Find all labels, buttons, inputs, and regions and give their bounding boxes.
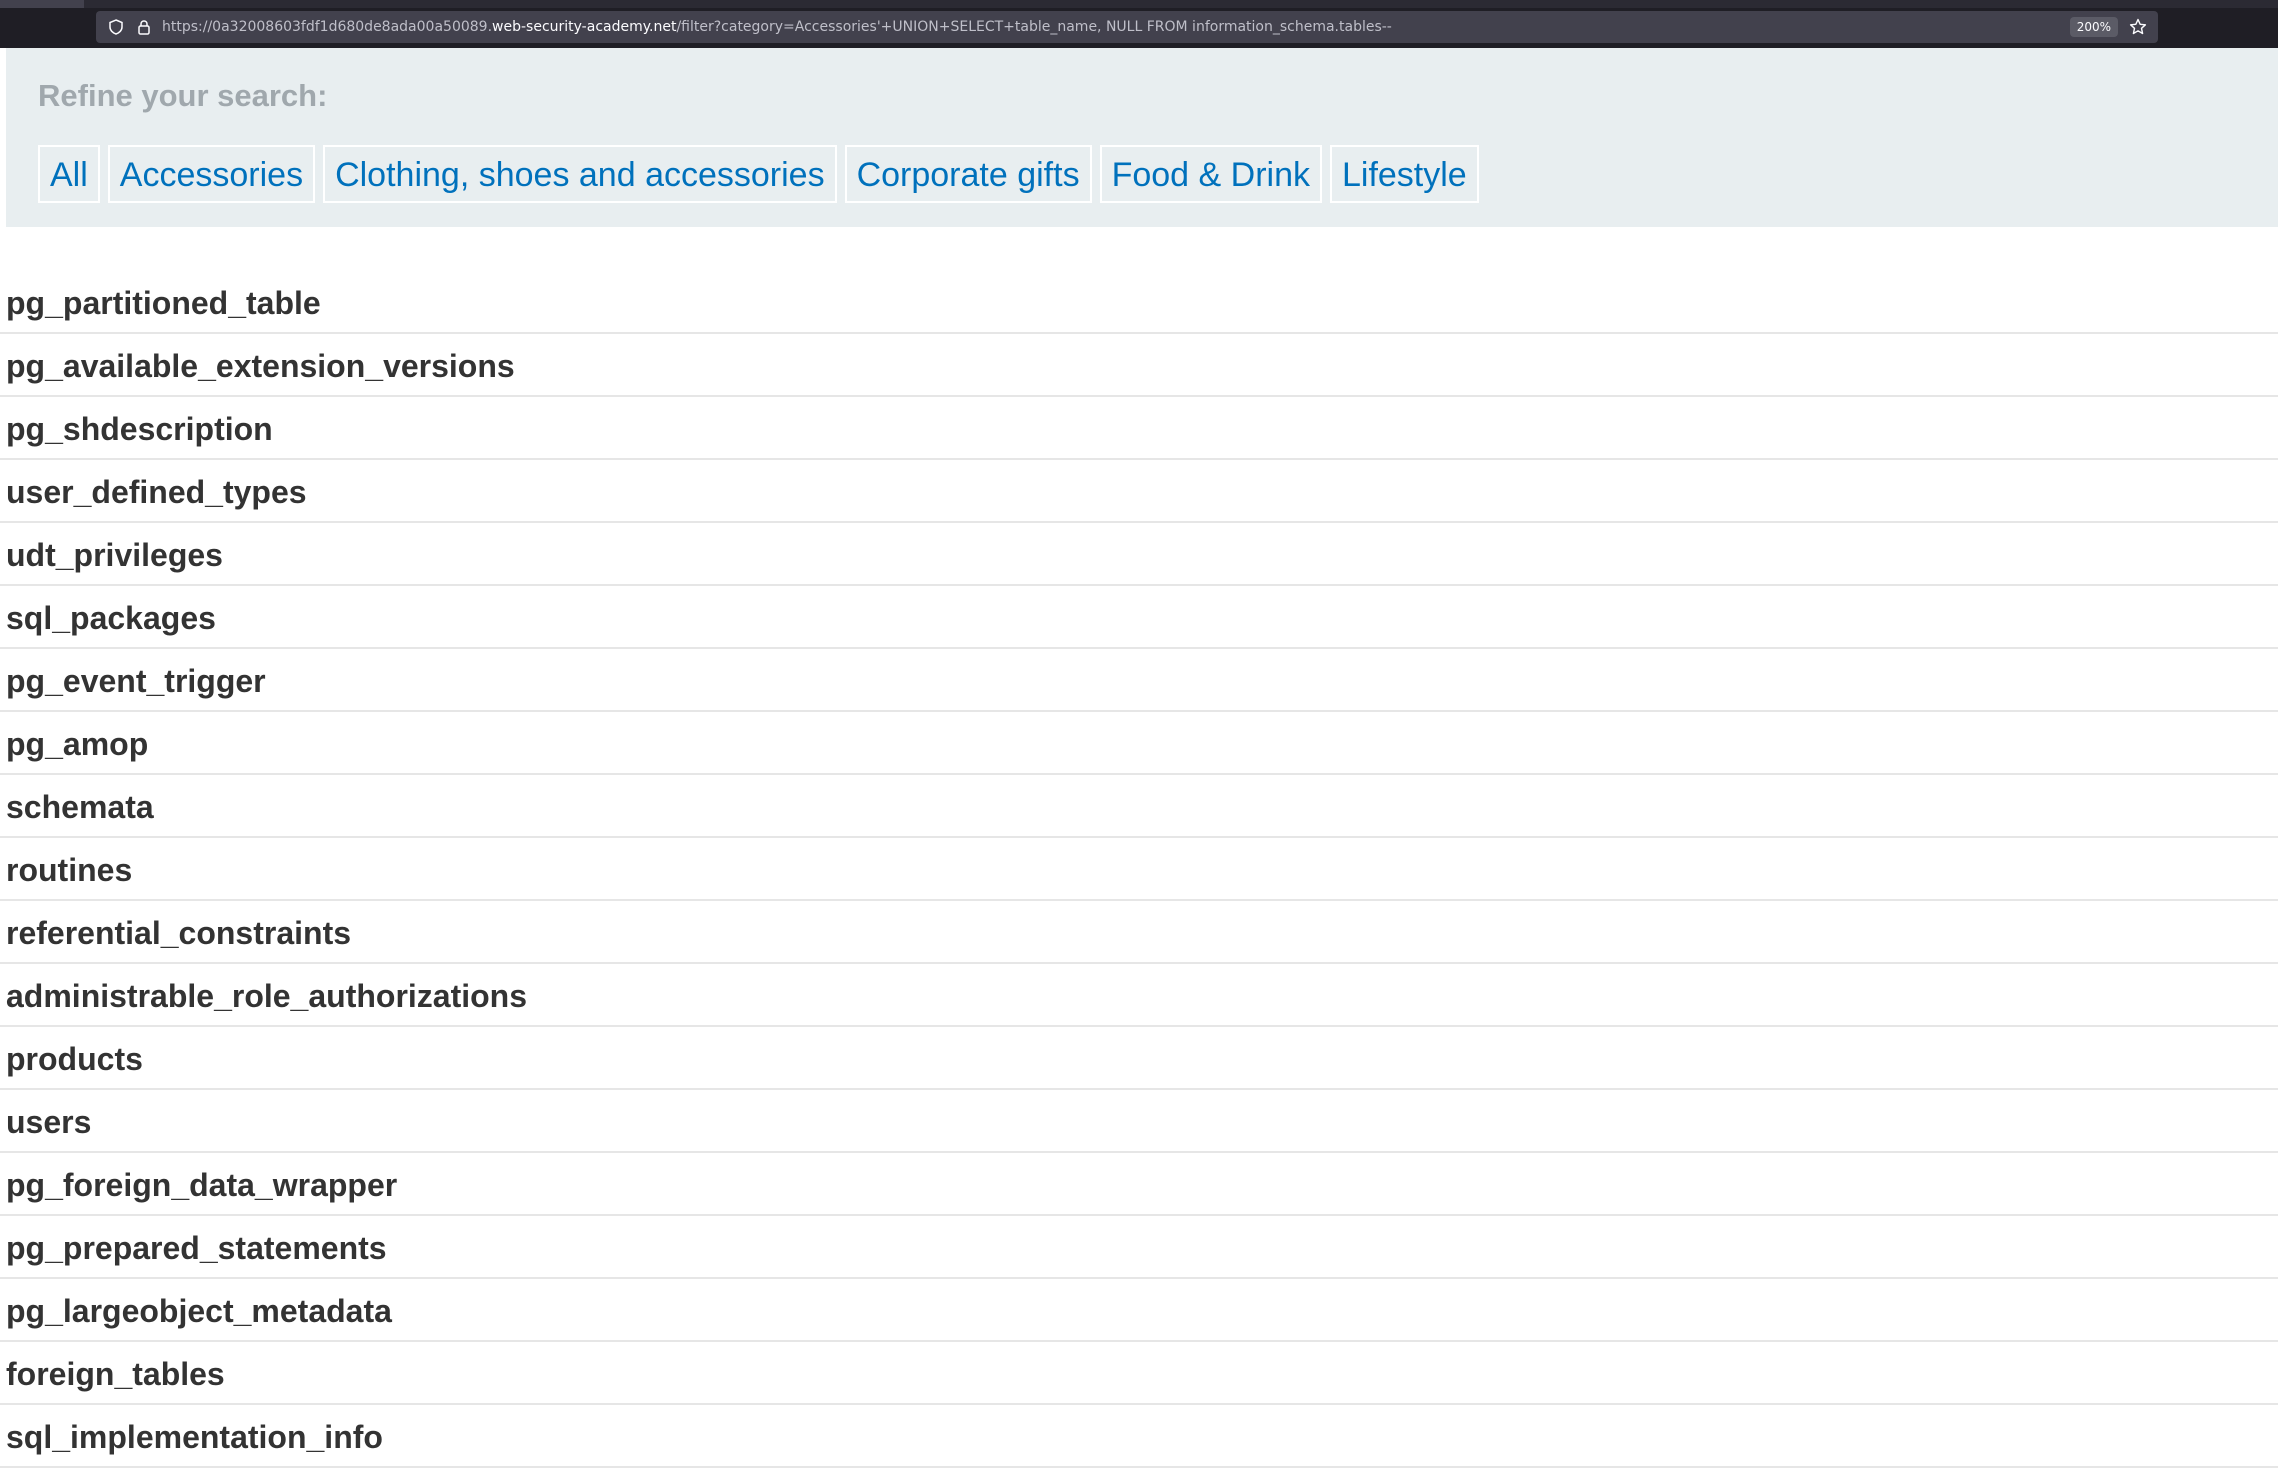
filter-panel: Refine your search: All Accessories Clothi… bbox=[6, 48, 2278, 227]
table-name-cell: pg_foreign_data_wrapper bbox=[6, 1167, 398, 1203]
address-bar[interactable]: https://0a32008603fdf1d680de8ada00a50089… bbox=[96, 11, 2158, 43]
table-row: schemata bbox=[0, 776, 2278, 838]
table-name-cell: foreign_tables bbox=[6, 1356, 225, 1392]
table-name-cell: user_defined_types bbox=[6, 474, 307, 510]
table-name-cell: pg_shdescription bbox=[6, 411, 273, 447]
url-host: web-security-academy.net bbox=[492, 19, 677, 35]
page-content: Refine your search: All Accessories Clothi… bbox=[0, 48, 2278, 1468]
lock-icon[interactable] bbox=[134, 17, 154, 37]
category-filter-link[interactable]: Lifestyle bbox=[1329, 145, 1479, 203]
table-name-cell: pg_largeobject_metadata bbox=[6, 1293, 392, 1329]
table-name-cell: sql_implementation_info bbox=[6, 1419, 383, 1455]
table-row: pg_partitioned_table bbox=[0, 272, 2278, 334]
table-row: pg_largeobject_metadata bbox=[0, 1280, 2278, 1342]
table-row: pg_event_trigger bbox=[0, 650, 2278, 712]
table-row: pg_foreign_data_wrapper bbox=[0, 1154, 2278, 1216]
category-filter-link[interactable]: Accessories bbox=[107, 145, 316, 203]
tab-strip bbox=[0, 0, 2278, 8]
table-name-cell: products bbox=[6, 1041, 143, 1077]
table-row: pg_amop bbox=[0, 713, 2278, 775]
url-path: /filter?category=Accessories'+UNION+SELE… bbox=[676, 19, 1392, 35]
table-name-cell: pg_prepared_statements bbox=[6, 1230, 387, 1266]
table-name-cell: schemata bbox=[6, 789, 154, 825]
table-row: foreign_tables bbox=[0, 1343, 2278, 1405]
table-row: routines bbox=[0, 839, 2278, 901]
star-icon[interactable] bbox=[2128, 17, 2148, 37]
table-row: udt_privileges bbox=[0, 524, 2278, 586]
refine-search-heading: Refine your search: bbox=[38, 78, 328, 113]
table-row: sql_packages bbox=[0, 587, 2278, 649]
category-filter-link[interactable]: Clothing, shoes and accessories bbox=[323, 145, 837, 203]
active-tab[interactable] bbox=[0, 0, 84, 8]
table-row: sql_implementation_info bbox=[0, 1406, 2278, 1468]
table-name-cell: pg_available_extension_versions bbox=[6, 348, 515, 384]
url-prefix: https://0a32008603fdf1d680de8ada00a50089… bbox=[162, 19, 493, 35]
table-name-cell: referential_constraints bbox=[6, 915, 352, 951]
table-row: administrable_role_authorizations bbox=[0, 965, 2278, 1027]
table-row: products bbox=[0, 1028, 2278, 1090]
table-name-cell: pg_partitioned_table bbox=[6, 285, 321, 321]
table-name-cell: sql_packages bbox=[6, 600, 216, 636]
table-name-cell: udt_privileges bbox=[6, 537, 223, 573]
table-row: users bbox=[0, 1091, 2278, 1153]
category-filter-link[interactable]: Corporate gifts bbox=[844, 145, 1092, 203]
table-name-cell: routines bbox=[6, 852, 133, 888]
table-row: pg_shdescription bbox=[0, 398, 2278, 460]
table-row: user_defined_types bbox=[0, 461, 2278, 523]
table-name-cell: pg_amop bbox=[6, 726, 149, 762]
zoom-level-badge[interactable]: 200% bbox=[2069, 17, 2118, 37]
table-name-cell: administrable_role_authorizations bbox=[6, 978, 528, 1014]
table-row: referential_constraints bbox=[0, 902, 2278, 964]
table-row: pg_prepared_statements bbox=[0, 1217, 2278, 1279]
category-filter-list: All Accessories Clothing, shoes and access… bbox=[38, 145, 2278, 203]
url-text[interactable]: https://0a32008603fdf1d680de8ada00a50089… bbox=[162, 19, 2070, 35]
category-filter-link[interactable]: All bbox=[38, 145, 100, 203]
category-filter-link[interactable]: Food & Drink bbox=[1099, 145, 1322, 203]
browser-chrome: https://0a32008603fdf1d680de8ada00a50089… bbox=[0, 0, 2278, 48]
shield-icon[interactable] bbox=[106, 17, 126, 37]
table-name-cell: pg_event_trigger bbox=[6, 663, 266, 699]
results-table: pg_partitioned_table pg_available_extensi… bbox=[0, 272, 2278, 1468]
table-row: pg_available_extension_versions bbox=[0, 335, 2278, 397]
table-name-cell: users bbox=[6, 1104, 92, 1140]
